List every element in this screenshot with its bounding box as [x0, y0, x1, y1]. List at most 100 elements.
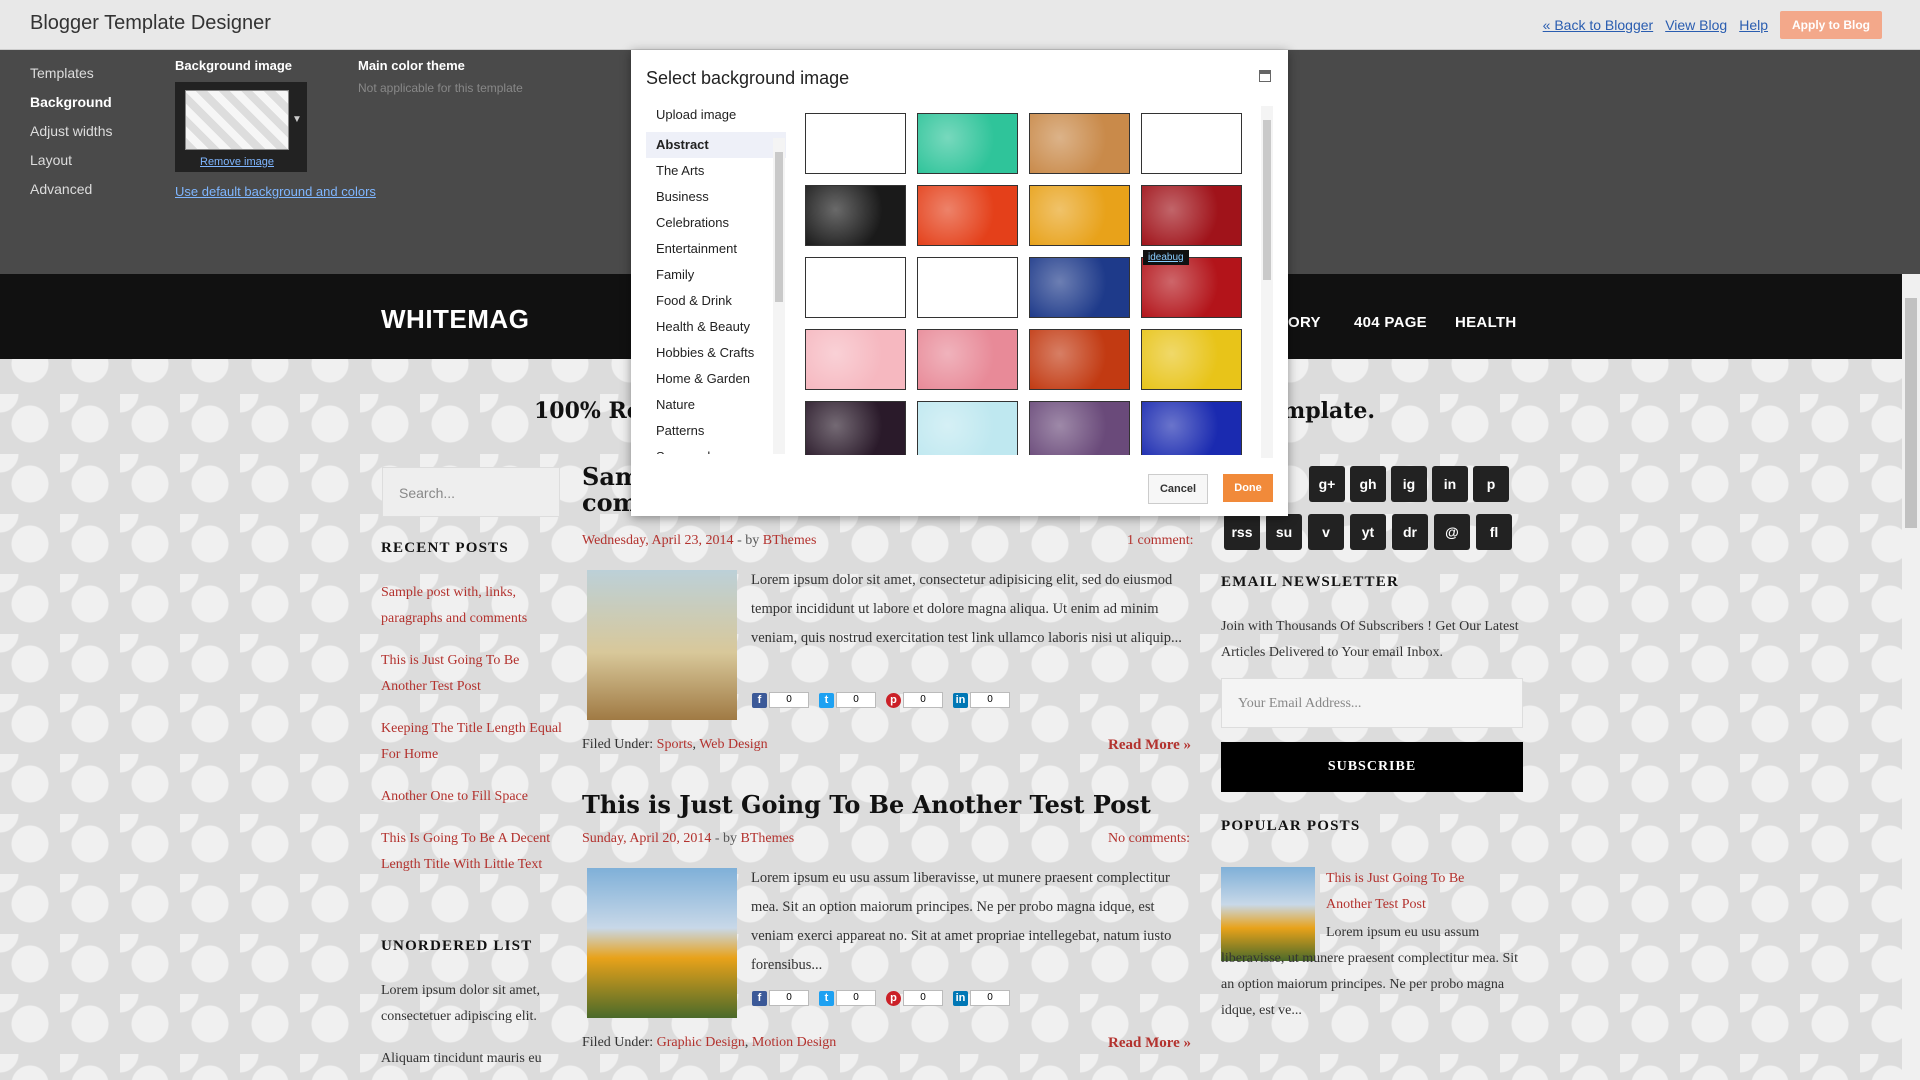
post-thumbnail[interactable] — [587, 570, 737, 720]
category-item[interactable]: Hobbies & Crafts — [646, 340, 786, 366]
instagram-icon[interactable]: ig — [1391, 466, 1427, 502]
background-thumbnail-option[interactable] — [1029, 401, 1130, 455]
dribbble-icon[interactable]: dr — [1392, 514, 1428, 550]
page-scrollbar-thumb[interactable] — [1905, 298, 1917, 528]
category-item[interactable]: The Arts — [646, 158, 786, 184]
rss-icon[interactable]: rss — [1224, 514, 1260, 550]
category-item[interactable]: Health & Beauty — [646, 314, 786, 340]
background-thumbnail-option[interactable] — [1141, 113, 1242, 174]
twitter-share[interactable]: t0 — [819, 990, 876, 1006]
email-icon[interactable]: @ — [1434, 514, 1470, 550]
popular-post-link[interactable]: This is Just Going To Be Another Test Po… — [1326, 866, 1506, 918]
post-author[interactable]: BThemes — [741, 831, 795, 846]
minimize-icon[interactable] — [1259, 70, 1271, 82]
background-thumbnail-option[interactable] — [805, 401, 906, 455]
category-item[interactable]: Entertainment — [646, 236, 786, 262]
category-item[interactable]: Home & Garden — [646, 366, 786, 392]
background-thumbnail-option[interactable] — [917, 185, 1018, 246]
nav-adjust-widths[interactable]: Adjust widths — [30, 122, 112, 151]
background-thumbnail-option[interactable] — [917, 113, 1018, 174]
post-author[interactable]: BThemes — [763, 533, 817, 548]
tag-link[interactable]: Web Design — [699, 737, 767, 752]
post-comments-link[interactable]: 1 comment: — [1127, 533, 1194, 549]
background-thumbnail-option[interactable] — [1141, 257, 1242, 318]
recent-post-link[interactable]: This is Just Going To Be Another Test Po… — [381, 648, 566, 700]
linkedin-share[interactable]: in 0 — [953, 692, 1010, 708]
category-item[interactable]: Celebrations — [646, 210, 786, 236]
background-thumbnail-option[interactable] — [917, 401, 1018, 455]
nav-templates[interactable]: Templates — [30, 64, 112, 93]
background-thumbnail-option[interactable] — [1141, 329, 1242, 390]
background-thumbnail-option[interactable] — [805, 329, 906, 390]
pinterest-share[interactable]: p0 — [886, 692, 943, 708]
nav-layout[interactable]: Layout — [30, 151, 112, 180]
category-item[interactable]: Patterns — [646, 418, 786, 444]
post-thumbnail[interactable] — [587, 868, 737, 1018]
recent-post-link[interactable]: Keeping The Title Length Equal For Home — [381, 716, 566, 768]
category-item[interactable]: Business — [646, 184, 786, 210]
pinterest-share[interactable]: p0 — [886, 990, 943, 1006]
category-item[interactable]: Nature — [646, 392, 786, 418]
category-abstract[interactable]: Abstract — [646, 132, 786, 158]
done-button[interactable]: Done — [1223, 474, 1273, 502]
background-thumbnail-option[interactable] — [805, 257, 906, 318]
facebook-share[interactable]: f0 — [752, 692, 809, 708]
email-field[interactable]: Your Email Address... — [1221, 678, 1523, 728]
stumbleupon-icon[interactable]: su — [1266, 514, 1302, 550]
github-icon[interactable]: gh — [1350, 466, 1386, 502]
background-thumbnail-option[interactable] — [1029, 113, 1130, 174]
tag-link[interactable]: Sports — [657, 737, 693, 752]
read-more-link[interactable]: Read More » — [1108, 1035, 1191, 1052]
post-title[interactable]: This is Just Going To Be Another Test Po… — [582, 790, 1151, 819]
menu-404-page[interactable]: 404 PAGE — [1354, 314, 1427, 331]
menu-health[interactable]: HEALTH — [1455, 314, 1517, 331]
nav-background[interactable]: Background — [30, 93, 112, 122]
attribution-link[interactable]: ideabug — [1143, 250, 1189, 265]
image-grid-scrollbar-thumb[interactable] — [1263, 120, 1271, 280]
pinterest-icon[interactable]: p — [1473, 466, 1509, 502]
background-thumbnail-option[interactable] — [1029, 257, 1130, 318]
image-grid-scrollbar[interactable] — [1261, 106, 1273, 458]
background-thumbnail-option[interactable] — [1029, 329, 1130, 390]
recent-post-link[interactable]: Sample post with, links, paragraphs and … — [381, 580, 566, 632]
default-background-link[interactable]: Use default background and colors — [175, 184, 376, 199]
linkedin-share[interactable]: in 0 — [953, 990, 1010, 1006]
recent-post-link[interactable]: This Is Going To Be A Decent Length Titl… — [381, 826, 566, 878]
flickr-icon[interactable]: fl — [1476, 514, 1512, 550]
vimeo-icon[interactable]: v — [1308, 514, 1344, 550]
blog-logo[interactable]: WHITEMAG — [381, 304, 529, 335]
view-blog-link[interactable]: View Blog — [1665, 17, 1727, 33]
category-item[interactable]: Family — [646, 262, 786, 288]
linkedin-icon[interactable]: in — [1432, 466, 1468, 502]
remove-image-link[interactable]: Remove image — [200, 156, 274, 168]
cancel-button[interactable]: Cancel — [1148, 474, 1208, 504]
read-more-link[interactable]: Read More » — [1108, 737, 1191, 754]
post-comments-link[interactable]: No comments: — [1108, 831, 1190, 847]
subscribe-button[interactable]: SUBSCRIBE — [1221, 742, 1523, 792]
upload-image-option[interactable]: Upload image — [646, 102, 786, 128]
background-thumbnail-option[interactable] — [805, 113, 906, 174]
search-input[interactable]: Search... — [382, 467, 560, 517]
page-scrollbar[interactable] — [1902, 274, 1920, 1080]
background-thumbnail-option[interactable] — [917, 329, 1018, 390]
twitter-share[interactable]: t0 — [819, 692, 876, 708]
background-image-picker[interactable]: ▼ Remove image — [175, 82, 307, 172]
tag-link[interactable]: Motion Design — [752, 1035, 836, 1050]
back-to-blogger-link[interactable]: « Back to Blogger — [1543, 17, 1654, 33]
background-thumbnail-option[interactable] — [1029, 185, 1130, 246]
dropdown-arrow-icon[interactable]: ▼ — [292, 114, 302, 125]
background-thumbnail-option[interactable] — [1141, 185, 1242, 246]
google-plus-icon[interactable]: g+ — [1309, 466, 1345, 502]
youtube-icon[interactable]: yt — [1350, 514, 1386, 550]
help-link[interactable]: Help — [1739, 17, 1768, 33]
background-thumbnail-option[interactable] — [1141, 401, 1242, 455]
category-item[interactable]: Seasonal — [646, 444, 786, 454]
category-item[interactable]: Food & Drink — [646, 288, 786, 314]
category-scrollbar[interactable] — [773, 138, 785, 454]
tag-link[interactable]: Graphic Design — [657, 1035, 745, 1050]
nav-advanced[interactable]: Advanced — [30, 180, 112, 209]
background-thumbnail[interactable] — [185, 90, 289, 150]
menu-category[interactable]: ORY — [1288, 314, 1321, 331]
facebook-share[interactable]: f0 — [752, 990, 809, 1006]
recent-post-link[interactable]: Another One to Fill Space — [381, 784, 566, 810]
